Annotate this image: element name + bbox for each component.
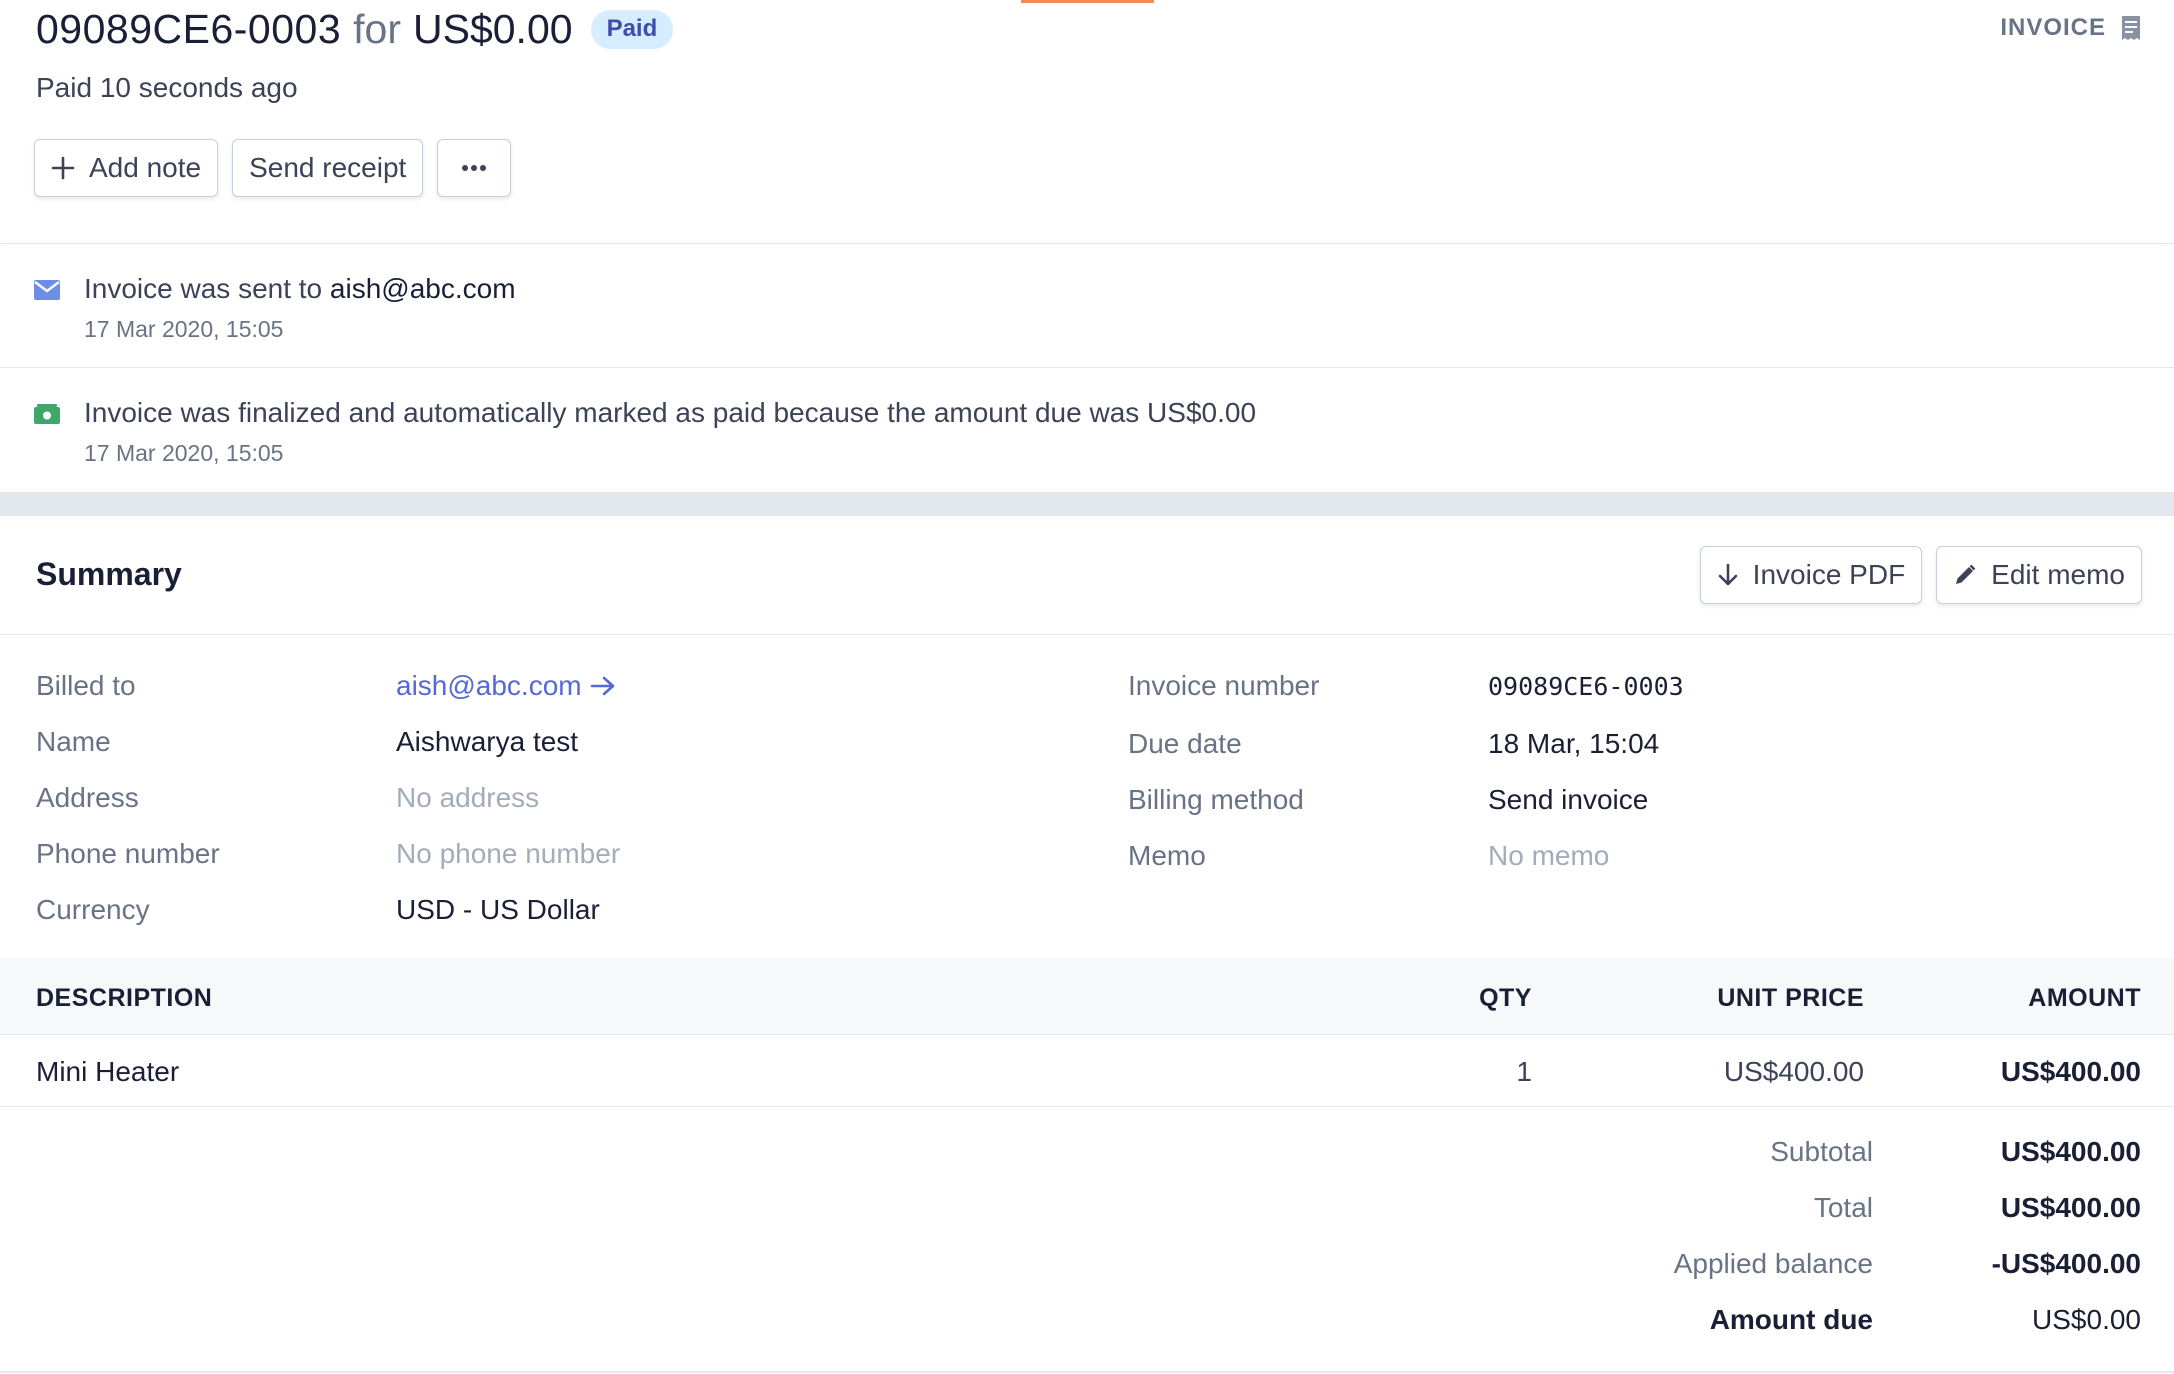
receipt-icon xyxy=(2122,16,2140,40)
edit-memo-button[interactable]: Edit memo xyxy=(1936,546,2142,604)
item-description: Mini Heater xyxy=(36,1056,180,1087)
arrow-down-icon xyxy=(1717,563,1739,587)
event-description: Invoice was sent to xyxy=(84,273,323,304)
invoice-details: Billed to aish@abc.com Name Aishwarya te… xyxy=(0,636,2174,958)
paid-prefix: Paid xyxy=(36,72,93,103)
page-title: 09089CE6-0003 for US$0.00 Paid xyxy=(36,6,674,53)
arrow-right-icon xyxy=(590,676,614,696)
invoice-header: 09089CE6-0003 for US$0.00 Paid Paid 10 s… xyxy=(0,0,2174,243)
add-note-label: Add note xyxy=(89,152,202,183)
status-badge: Paid xyxy=(590,10,674,49)
memo-label: Memo xyxy=(1128,840,1206,871)
invoice-number-label: Invoice number xyxy=(1128,670,1320,701)
address-label: Address xyxy=(36,782,139,813)
object-type-text: INVOICE xyxy=(2000,14,2106,41)
timeline-event: Invoice was finalized and automatically … xyxy=(0,368,2174,492)
phone-label: Phone number xyxy=(36,838,220,869)
summary-title: Summary xyxy=(36,556,182,592)
phone-value: No phone number xyxy=(396,838,621,869)
amount-due-label: Amount due xyxy=(1709,1304,1873,1335)
billed-to-link[interactable]: aish@abc.com xyxy=(396,670,616,702)
plus-icon xyxy=(51,156,75,180)
pencil-icon xyxy=(1953,563,1977,587)
timeline-event-text: Invoice was finalized and automatically … xyxy=(84,397,1257,428)
paid-ago-value: 10 seconds ago xyxy=(99,72,298,103)
due-date-value: 18 Mar, 15:04 xyxy=(1488,728,1660,759)
event-recipient-email: aish@abc.com xyxy=(329,273,516,304)
name-label: Name xyxy=(36,726,111,757)
total-label: Total xyxy=(1813,1192,1873,1223)
more-actions-button[interactable] xyxy=(437,139,512,197)
add-note-button[interactable]: Add note xyxy=(34,139,219,197)
item-amount: US$400.00 xyxy=(2000,1056,2141,1087)
subtotal-value: US$400.00 xyxy=(2000,1136,2141,1167)
summary-actions: Invoice PDF Edit memo xyxy=(1699,546,2142,604)
address-value: No address xyxy=(396,782,540,813)
column-unit-price: UNIT PRICE xyxy=(1717,984,1864,1012)
line-items-header: DESCRIPTION QTY UNIT PRICE AMOUNT xyxy=(0,958,2174,1035)
currency-value: USD - US Dollar xyxy=(396,894,600,925)
paid-timestamp: Paid 10 seconds ago xyxy=(36,72,298,104)
item-qty: 1 xyxy=(1516,1056,1532,1087)
summary-header: Summary Invoice PDF Edit memo xyxy=(0,516,2174,635)
applied-balance-value: -US$400.00 xyxy=(1991,1248,2141,1279)
invoice-timeline: Invoice was sent to aish@abc.com 17 Mar … xyxy=(0,243,2174,492)
amount-due-value: US$0.00 xyxy=(2032,1304,2141,1335)
mail-icon xyxy=(34,280,60,305)
invoice-totals: Subtotal US$400.00 Total US$400.00 Appli… xyxy=(0,1107,2174,1373)
subtotal-label: Subtotal xyxy=(1770,1136,1873,1167)
billing-method-label: Billing method xyxy=(1128,784,1304,815)
item-unit-price: US$400.00 xyxy=(1723,1056,1864,1087)
timeline-event: Invoice was sent to aish@abc.com 17 Mar … xyxy=(0,244,2174,368)
memo-value: No memo xyxy=(1488,840,1610,871)
applied-balance-label: Applied balance xyxy=(1673,1248,1873,1279)
send-receipt-label: Send receipt xyxy=(249,152,407,183)
currency-label: Currency xyxy=(36,894,150,925)
table-row: Mini Heater 1 US$400.00 US$400.00 xyxy=(0,1035,2174,1107)
title-for-word: for xyxy=(353,6,401,52)
timeline-event-text: Invoice was sent to aish@abc.com xyxy=(84,273,516,305)
name-value: Aishwarya test xyxy=(396,726,579,757)
invoice-pdf-button[interactable]: Invoice PDF xyxy=(1699,546,1923,604)
column-qty: QTY xyxy=(1479,984,1532,1012)
timeline-event-time: 17 Mar 2020, 15:05 xyxy=(84,440,284,466)
billing-method-value: Send invoice xyxy=(1488,784,1649,815)
due-date-label: Due date xyxy=(1128,728,1242,759)
billed-to-label: Billed to xyxy=(36,670,136,701)
invoice-pdf-label: Invoice PDF xyxy=(1752,559,1906,590)
cash-icon xyxy=(34,404,60,429)
invoice-id: 09089CE6-0003 xyxy=(36,6,342,52)
total-value: US$400.00 xyxy=(2000,1192,2141,1223)
header-actions: Add note Send receipt xyxy=(34,139,512,197)
column-description: DESCRIPTION xyxy=(36,984,213,1012)
object-type-label: INVOICE xyxy=(2000,14,2142,42)
invoice-amount: US$0.00 xyxy=(413,6,573,52)
edit-memo-label: Edit memo xyxy=(1991,559,2125,590)
billed-to-email: aish@abc.com xyxy=(396,670,582,701)
section-divider xyxy=(0,492,2174,516)
ellipsis-icon xyxy=(462,165,487,171)
send-receipt-button[interactable]: Send receipt xyxy=(232,139,424,197)
column-amount: AMOUNT xyxy=(2028,984,2141,1012)
timeline-event-time: 17 Mar 2020, 15:05 xyxy=(84,316,284,342)
invoice-number-value: 09089CE6-0003 xyxy=(1488,672,1684,701)
